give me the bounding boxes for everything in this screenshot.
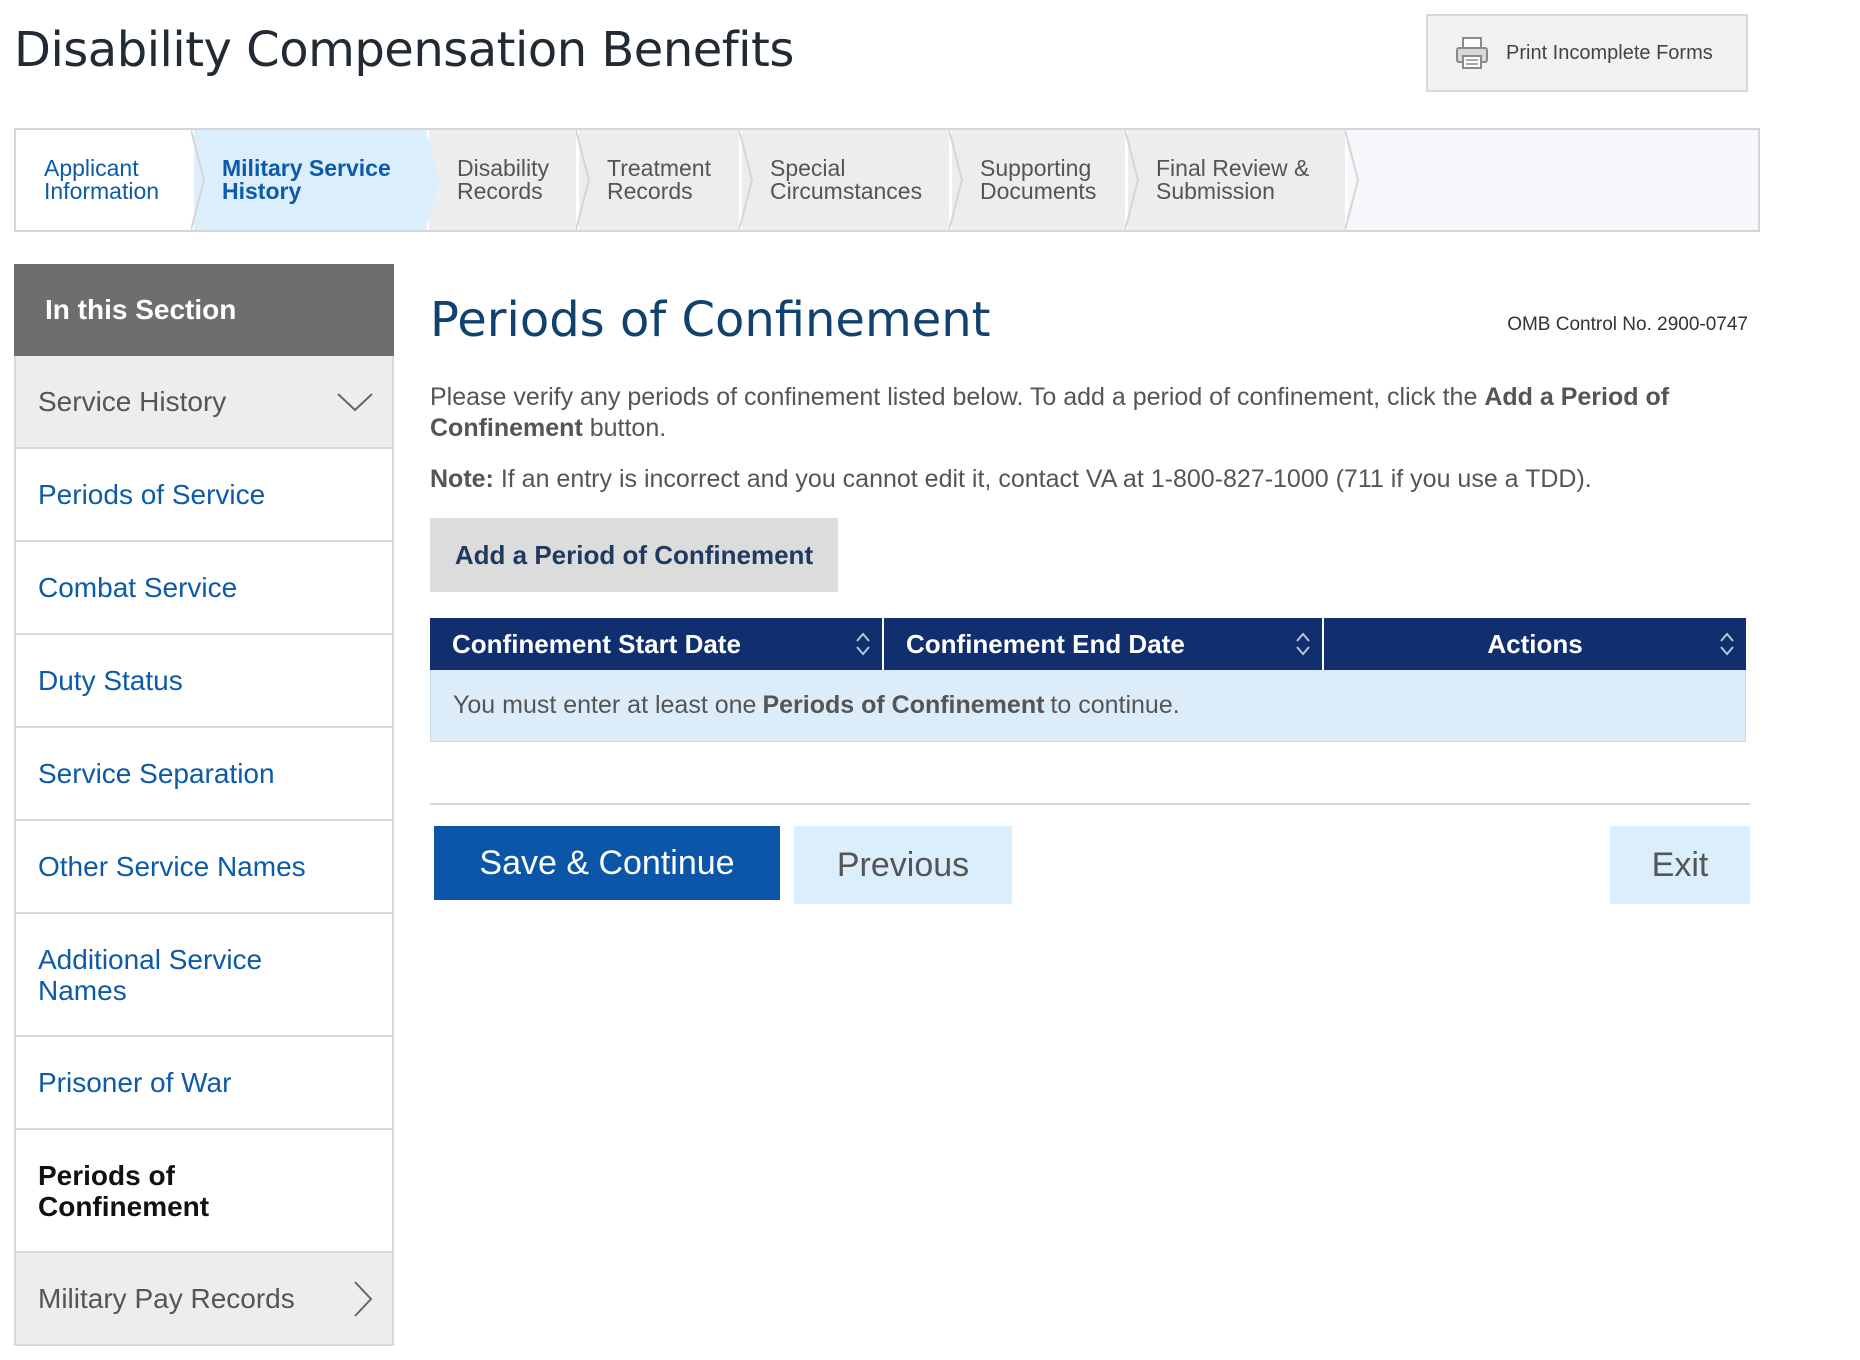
print-incomplete-forms-button[interactable]: Print Incomplete Forms (1426, 14, 1748, 92)
page-title: Periods of Confinement (430, 292, 991, 348)
sidebar-item-label: Duty Status (38, 665, 183, 696)
chevron-down-icon (337, 392, 373, 411)
chevron-right-icon (576, 130, 590, 230)
sidebar-item-prisoner-of-war[interactable]: Prisoner of War (14, 1037, 394, 1130)
previous-button[interactable]: Previous (794, 826, 1012, 904)
sidebar-item-label: Combat Service (38, 572, 238, 603)
chevron-right-icon (354, 1280, 373, 1317)
page-header-title: Disability Compensation Benefits (14, 22, 794, 78)
note-text: Note: If an entry is incorrect and you c… (430, 464, 1750, 495)
sort-icon (856, 632, 870, 656)
sidebar-item-label: Service History (38, 386, 227, 417)
chevron-right-icon (1345, 130, 1359, 230)
step-treatment-records[interactable]: Treatment Records (579, 130, 753, 230)
column-header-label: Confinement End Date (906, 628, 1185, 659)
empty-suffix: to continue. (1050, 691, 1180, 719)
sidebar-item-label: Additional Service Names (38, 943, 263, 1006)
table-header: Confinement Start Date Confinement End D… (430, 618, 1746, 670)
step-label: Special Circumstances (770, 155, 923, 204)
sidebar-item-label: Service Separation (38, 758, 275, 789)
add-period-of-confinement-button[interactable]: Add a Period of Confinement (430, 518, 838, 592)
column-header-end-date[interactable]: Confinement End Date (884, 618, 1324, 670)
step-label: Military Service History (222, 155, 391, 204)
column-header-label: Confinement Start Date (452, 628, 741, 659)
sidebar-item-combat-service[interactable]: Combat Service (14, 542, 394, 635)
empty-bold: Periods of Confinement (762, 691, 1045, 719)
empty-prefix: You must enter at least one (453, 691, 757, 719)
confinement-table: Confinement Start Date Confinement End D… (430, 618, 1746, 742)
column-header-label: Actions (1487, 628, 1583, 659)
sidebar-item-periods-of-service[interactable]: Periods of Service (14, 449, 394, 542)
section-sidebar: In this Section Service History Periods … (14, 264, 394, 1346)
sidebar-item-service-separation[interactable]: Service Separation (14, 728, 394, 821)
intro-suffix: button. (582, 414, 667, 442)
sidebar-heading-label: In this Section (45, 294, 237, 325)
step-label: Final Review & Submission (1156, 155, 1310, 204)
sidebar-item-military-pay-records[interactable]: Military Pay Records (14, 1253, 394, 1346)
chevron-right-icon (739, 130, 753, 230)
step-label: Treatment Records (607, 155, 711, 204)
printer-icon (1456, 37, 1488, 69)
table-empty-message: You must enter at least one Periods of C… (430, 670, 1746, 742)
step-supporting-documents[interactable]: Supporting Documents (952, 130, 1139, 230)
sidebar-item-label: Periods of Confinement (38, 1159, 210, 1222)
chevron-right-icon (949, 130, 963, 230)
chevron-right-icon (426, 130, 439, 230)
sort-icon (1296, 632, 1310, 656)
sidebar-item-label: Military Pay Records (38, 1283, 295, 1314)
chevron-right-icon (191, 130, 205, 230)
step-label: Disability Records (457, 155, 550, 204)
step-military-service-history[interactable]: Military Service History (194, 130, 439, 230)
sidebar-item-periods-of-confinement: Periods of Confinement (14, 1130, 394, 1253)
column-header-actions[interactable]: Actions (1324, 618, 1746, 670)
save-and-continue-button[interactable]: Save & Continue (434, 826, 780, 900)
sidebar-item-label: Periods of Service (38, 479, 266, 510)
sidebar-item-other-service-names[interactable]: Other Service Names (14, 821, 394, 914)
exit-button[interactable]: Exit (1610, 826, 1750, 904)
sidebar-item-additional-service-names[interactable]: Additional Service Names (14, 914, 394, 1037)
step-applicant-information[interactable]: Applicant Information (16, 130, 205, 230)
note-label: Note: (430, 465, 494, 493)
sidebar-item-duty-status[interactable]: Duty Status (14, 635, 394, 728)
progress-steps: Applicant Information Military Service H… (14, 128, 1760, 232)
chevron-right-icon (1125, 130, 1139, 230)
sidebar-heading: In this Section (14, 264, 394, 368)
intro-prefix: Please verify any periods of confinement… (430, 383, 1485, 411)
step-disability-records[interactable]: Disability Records (429, 130, 590, 230)
omb-control-number: OMB Control No. 2900-0747 (1507, 314, 1748, 335)
step-label: Supporting Documents (980, 155, 1097, 204)
intro-text: Please verify any periods of confinement… (430, 382, 1750, 444)
sort-icon (1720, 632, 1734, 656)
sidebar-item-service-history[interactable]: Service History (14, 356, 394, 449)
step-special-circumstances[interactable]: Special Circumstances (742, 130, 963, 230)
step-label: Applicant Information (44, 155, 160, 204)
sidebar-item-label: Prisoner of War (38, 1067, 232, 1098)
step-final-review-submission[interactable]: Final Review & Submission (1128, 130, 1359, 230)
divider (430, 803, 1750, 805)
print-button-label: Print Incomplete Forms (1506, 41, 1713, 64)
column-header-start-date[interactable]: Confinement Start Date (430, 618, 884, 670)
sidebar-item-label: Other Service Names (38, 851, 306, 882)
note-body: If an entry is incorrect and you cannot … (493, 465, 1592, 493)
